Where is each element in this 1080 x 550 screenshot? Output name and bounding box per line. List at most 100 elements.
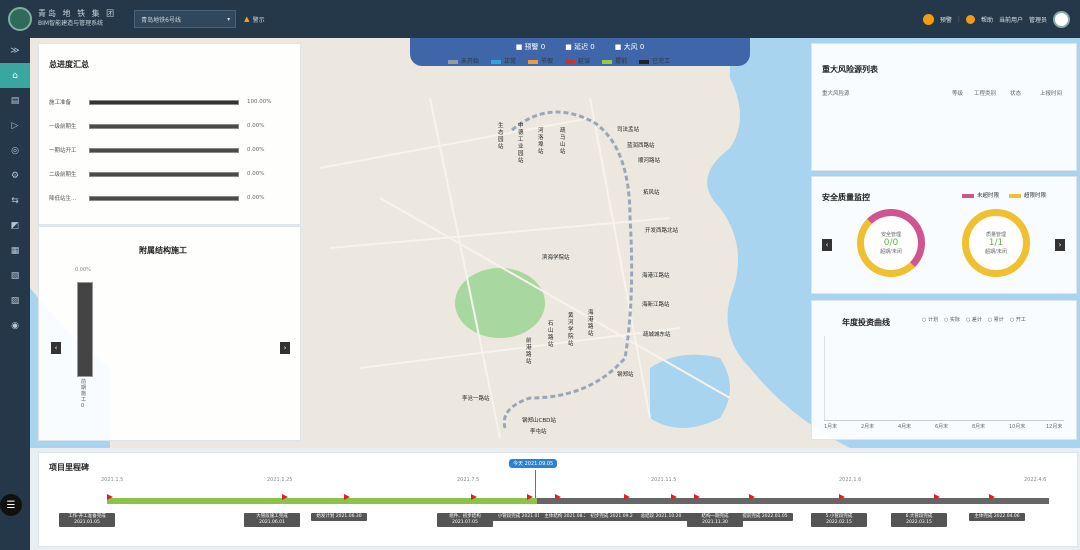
sidebar-item-2[interactable]: ▤ [0,88,30,113]
sidebar-item-4[interactable]: ◎ [0,138,30,163]
sidebar-item-3[interactable]: ▷ [0,113,30,138]
milestone-flag[interactable] [694,494,700,500]
warning-icon: ▲ [244,15,250,23]
project-select[interactable]: 青岛地铁6号线 ▾ [134,10,237,28]
legend-item: 未超时限 [962,191,999,199]
ring-label: 安全管理 [880,232,901,238]
map-view[interactable]: ■ 预警 0 ■ 延迟 0 ■ 大风 0 未开始 正常 节假 延误 提前 已完工 司法孟站 蓝润… [30,38,1080,448]
milestone-flag[interactable] [989,494,995,500]
y-axis [824,336,825,420]
option-radio[interactable]: ○ 差计 [966,316,982,323]
summary-row: 一级前期生 0.00% [49,120,294,132]
milestone-flag[interactable] [527,494,533,500]
status-counts: ■ 预警 0 ■ 延迟 0 ■ 大风 0 [410,42,750,52]
milestone-label[interactable]: 始发计划 2021.06.30 [311,513,367,521]
sidebar-item-1[interactable]: ⌂ [0,63,30,88]
milestone-flag[interactable] [555,494,561,500]
station-label[interactable]: 司法孟站 [617,125,639,133]
legend-swatch [962,193,974,198]
station-label[interactable]: 李屯站 [530,427,547,435]
station-label[interactable]: 李沧一路站 [462,394,490,402]
station-label[interactable]: 海新江路站 [642,300,670,308]
milestone-flag[interactable] [344,494,350,500]
avatar[interactable] [1053,10,1070,28]
progress-track [89,147,239,153]
milestone-label[interactable]: 主体完成 2022.04.06 [969,513,1025,521]
station-label[interactable]: 滨海学院站 [542,253,570,261]
station-label[interactable]: 顺河路站 [638,156,660,164]
milestone-label[interactable]: 6.大管段完成 2022.03.15 [891,513,947,527]
alarm-icon[interactable] [922,13,934,25]
station-label[interactable]: 前港路站 [526,338,534,366]
progress-summary-panel: 总进度汇总 施工准备 100.00% 一级前期生 0.00% 一期站开工 0.00% 二级前… [38,43,301,225]
warning-label[interactable]: 警示 [253,15,265,24]
prev-button[interactable]: ‹ [822,239,832,251]
station-label[interactable]: 海港江路站 [642,271,670,279]
progress-track [89,99,239,105]
status-legend: 未开始 正常 节假 延误 提前 已完工 [448,56,748,65]
help-label[interactable]: 帮助 [981,15,993,24]
row-label: 二级前期生 [49,172,77,178]
milestone-flag[interactable] [471,494,477,500]
station-label[interactable]: 疏城城东站 [643,330,671,338]
milestone-flag[interactable] [624,494,630,500]
brand: 青岛 地 铁 集 团 BIM智能建造与管理系统 [38,9,116,29]
brand-title: 青岛 地 铁 集 团 [38,9,117,18]
option-radio[interactable]: ○ 实际 [944,316,960,323]
station-label[interactable]: 钢郑站 [617,370,634,378]
station-label[interactable]: 蓝润西路站 [627,141,655,149]
chevron-down-icon: ▾ [227,15,231,23]
sidebar-item-6[interactable]: ⇆ [0,188,30,213]
option-radio[interactable]: ○ 开工 [1010,316,1026,323]
milestone-flag[interactable] [839,494,845,500]
next-button[interactable]: › [280,342,290,354]
sidebar-item-10[interactable]: ▨ [0,288,30,313]
milestone-label[interactable]: 总结段 2021.10.20 [633,513,689,521]
ring-chart: 质量管理 1/1 超期/未闭 [962,209,1030,277]
legend-swatch [565,59,576,64]
sidebar-item-7[interactable]: ◩ [0,213,30,238]
row-label: 降低站生... [49,196,77,202]
milestone-flag[interactable] [107,494,113,500]
milestone-label[interactable]: 工作-开工准备完成 2021.01.05 [59,513,115,527]
top-bar: 青岛 地 铁 集 团 BIM智能建造与管理系统 青岛地铁6号线 ▾ ▲ 警示 预警… [0,0,1080,38]
prev-button[interactable]: ‹ [51,342,61,354]
next-button[interactable]: › [1055,239,1065,251]
station-label[interactable]: 海港路站 [588,310,596,338]
station-label[interactable]: 河洛埠站 [538,128,546,156]
station-label[interactable]: 钢郑山CBD站 [522,416,556,424]
sidebar-item-9[interactable]: ▧ [0,263,30,288]
legend-item: 延误 [565,56,590,65]
station-label[interactable]: 生态园站 [498,123,506,151]
milestone-label[interactable]: 提前完成 2022.01.05 [737,513,793,521]
milestone-flag[interactable] [282,494,288,500]
legend-swatch [448,59,458,64]
row-percent: 100.00% [247,99,272,105]
milestone-label[interactable]: 5.小管段完成 2022.02.15 [811,513,867,527]
legend-item: 提前 [602,56,627,65]
milestone-label[interactable]: 大管段施工完成 2021.06.01 [244,513,300,527]
milestone-flag[interactable] [749,494,755,500]
sidebar-item-0[interactable]: ≫ [0,38,30,63]
milestone-flag[interactable] [934,494,940,500]
sidebar-item-5[interactable]: ⚙ [0,163,30,188]
help-icon[interactable] [965,14,975,24]
milestone-label[interactable]: 组件、初步结构 2021.07.05 [437,513,493,527]
milestone-flag[interactable] [671,494,677,500]
station-label[interactable]: 开发西路北站 [645,226,678,234]
option-radio[interactable]: ○ 累计 [988,316,1004,323]
column-header: 等级 [952,91,964,97]
sidebar-item-8[interactable]: ▦ [0,238,30,263]
option-radio[interactable]: ○ 计划 [922,316,938,323]
station-label[interactable]: 疏马山站 [560,128,568,156]
station-label[interactable]: 中德工业园站 [518,123,526,165]
station-label[interactable]: 拓风站 [643,188,660,196]
row-percent: 0.00% [247,195,265,201]
station-label[interactable]: 黄河学院站 [568,313,576,348]
menu-icon[interactable]: ☰ [0,494,22,516]
station-label[interactable]: 石山路站 [548,321,556,349]
column-header: 工程类别 [974,91,997,97]
milestone-label[interactable]: 结构一期完成 2021.11.30 [687,513,743,527]
alarm-label[interactable]: 预警 [940,15,952,24]
sidebar-item-11[interactable]: ◉ [0,313,30,338]
